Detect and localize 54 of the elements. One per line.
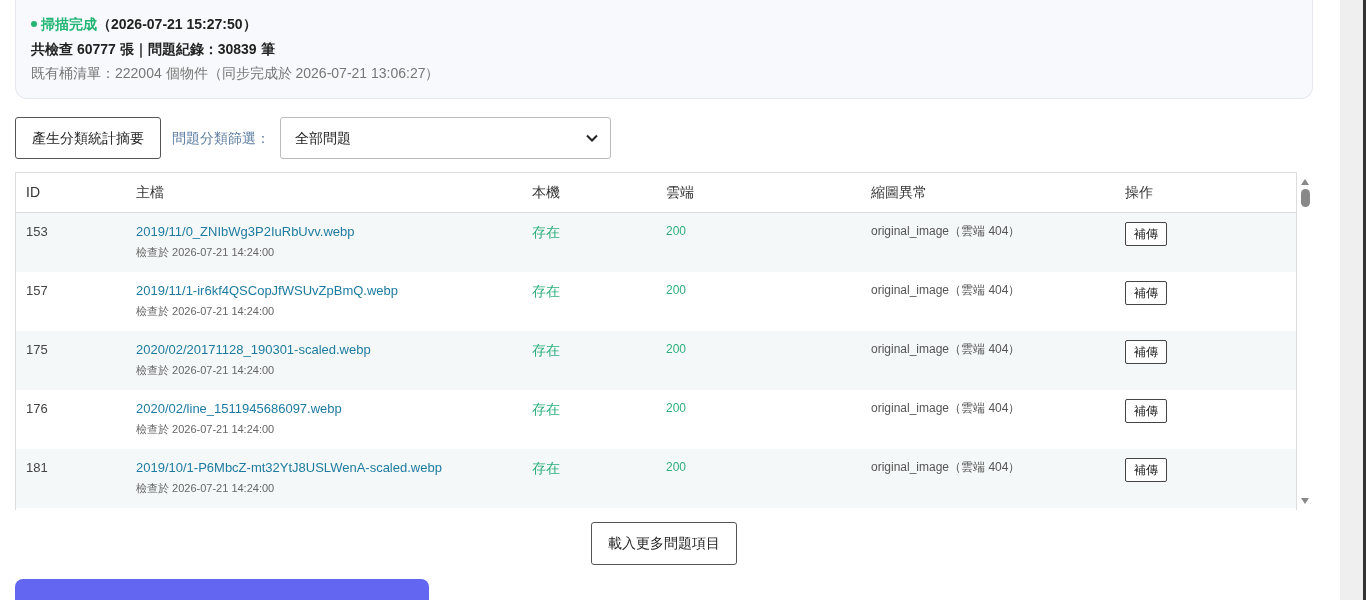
scroll-up-icon — [1301, 179, 1309, 185]
summary-button[interactable]: 產生分類統計摘要 — [15, 117, 161, 159]
row-id: 157 — [26, 283, 48, 299]
row-id: 181 — [26, 460, 48, 476]
check-time: 檢查於 2026-07-21 14:24:00 — [136, 363, 275, 377]
check-time: 檢查於 2026-07-21 14:24:00 — [136, 245, 275, 259]
column-header: ID — [26, 183, 40, 202]
column-header: 主檔 — [136, 183, 164, 202]
local-status: 存在 — [532, 460, 560, 476]
filter-select[interactable]: 全部問題 — [280, 117, 611, 159]
cloud-status: 200 — [666, 224, 687, 238]
thumbnail-issue: original_image（雲端 404） — [871, 342, 1021, 356]
load-more-button[interactable]: 載入更多問題項目 — [591, 522, 737, 565]
row-id: 153 — [26, 224, 48, 240]
reupload-button[interactable]: 補傳 — [1125, 281, 1167, 305]
column-header: 雲端 — [666, 183, 694, 202]
row-id: 176 — [26, 401, 48, 417]
page-scrollbar[interactable] — [1340, 0, 1366, 600]
row-id: 175 — [26, 342, 48, 358]
column-header: 本機 — [532, 183, 560, 202]
scan-summary: 共檢查 60777 張｜問題紀錄：30839 筆 — [31, 39, 275, 60]
bucket-info: 既有桶清單：222004 個物件（同步完成於 2026-07-21 13:06:27） — [31, 64, 440, 83]
local-status: 存在 — [532, 224, 560, 240]
local-status: 存在 — [532, 401, 560, 417]
check-time: 檢查於 2026-07-21 14:24:00 — [136, 304, 275, 318]
file-link[interactable]: 2019/10/1-P6MbcZ-mt32YtJ8USLWenA-scaled.webp — [136, 460, 442, 476]
thumbnail-issue: original_image（雲端 404） — [871, 224, 1021, 238]
file-link[interactable]: 2019/11/1-ir6kf4QSCopJfWSUvZpBmQ.webp — [136, 283, 399, 299]
scan-time: （2026-07-21 15:27:50） — [97, 15, 257, 34]
column-header: 縮圖異常 — [871, 183, 927, 202]
reupload-button[interactable]: 補傳 — [1125, 340, 1167, 364]
reupload-button[interactable]: 補傳 — [1125, 458, 1167, 482]
reupload-button[interactable]: 補傳 — [1125, 399, 1167, 423]
chevron-down-icon — [586, 134, 598, 142]
thumbnail-issue: original_image（雲端 404） — [871, 283, 1021, 297]
filter-label: 問題分類篩選： — [172, 128, 270, 148]
scan-status: 掃描完成 — [41, 15, 97, 34]
file-link[interactable]: 2020/02/20171128_190301-scaled.webp — [136, 342, 371, 358]
cloud-status: 200 — [666, 401, 687, 415]
cloud-status: 200 — [666, 460, 687, 474]
scrollbar-thumb[interactable] — [1300, 189, 1310, 207]
reupload-button[interactable]: 補傳 — [1125, 222, 1167, 246]
check-time: 檢查於 2026-07-21 14:24:00 — [136, 481, 275, 495]
local-status: 存在 — [532, 283, 560, 299]
file-link[interactable]: 2019/11/0_ZNIbWg3P2IuRbUvv.webp — [136, 224, 355, 240]
thumbnail-issue: original_image（雲端 404） — [871, 460, 1021, 474]
column-header: 操作 — [1125, 183, 1153, 202]
cloud-status: 200 — [666, 342, 687, 356]
local-status: 存在 — [532, 342, 560, 358]
thumbnail-issue: original_image（雲端 404） — [871, 401, 1021, 415]
scroll-down-icon — [1301, 498, 1309, 504]
check-time: 檢查於 2026-07-21 14:24:00 — [136, 422, 275, 436]
file-link[interactable]: 2020/02/line_1511945686097.webp — [136, 401, 342, 417]
cloud-status: 200 — [666, 283, 687, 297]
